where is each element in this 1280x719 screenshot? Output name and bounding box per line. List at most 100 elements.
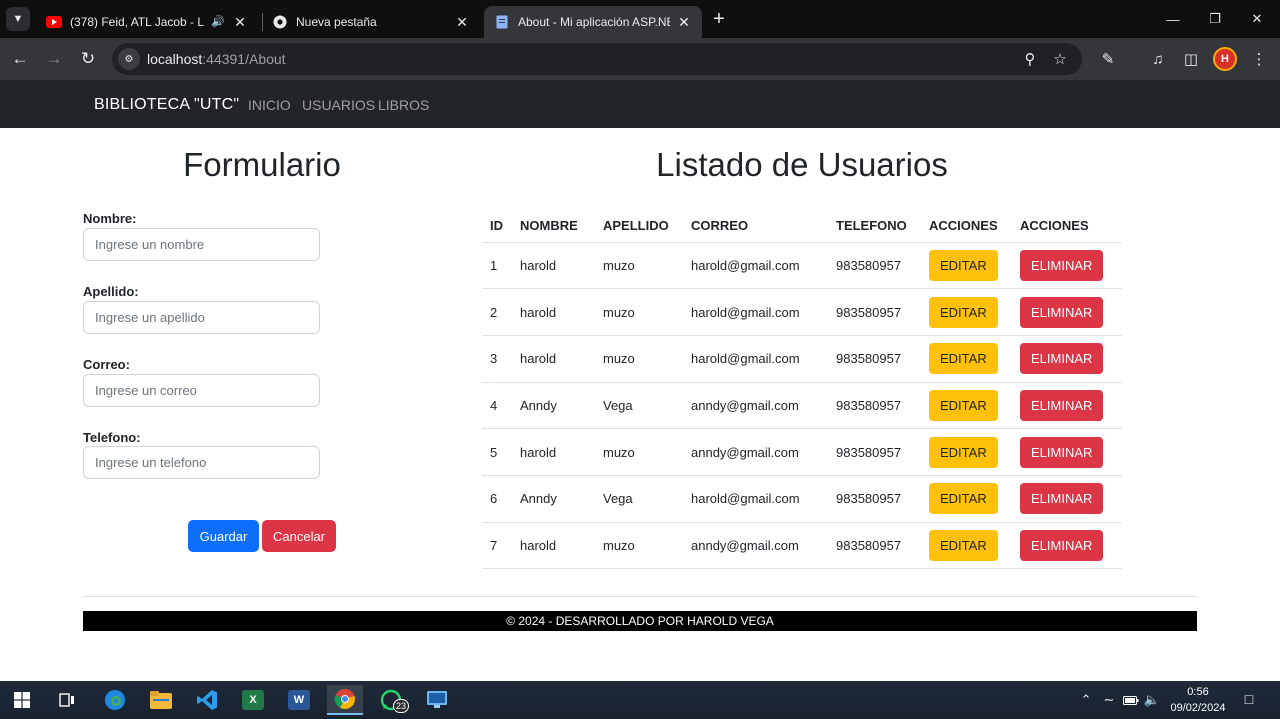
cancel-button[interactable]: Cancelar bbox=[262, 520, 336, 552]
table-row: 2 harold muzo harold@gmail.com 983580957… bbox=[482, 288, 1122, 336]
media-control-icon[interactable]: ♫ bbox=[1147, 48, 1169, 70]
new-tab-button[interactable]: + bbox=[708, 8, 730, 30]
whatsapp-icon[interactable]: 23 bbox=[373, 685, 409, 715]
form-title: Formulario bbox=[183, 146, 341, 183]
apellido-label: Apellido: bbox=[83, 284, 139, 299]
header-telefono: TELEFONO bbox=[828, 209, 921, 243]
task-view-icon[interactable] bbox=[49, 685, 85, 715]
header-apellido: APELLIDO bbox=[595, 209, 683, 243]
tab-youtube[interactable]: (378) Feid, ATL Jacob - Luna 🔊 ✕ bbox=[36, 6, 258, 38]
cell-nombre: harold bbox=[512, 288, 595, 336]
extensions-icon[interactable]: ✎ bbox=[1097, 48, 1119, 70]
clock-time: 0:56 bbox=[1187, 686, 1209, 698]
taskbar-clock[interactable]: 0:56 09/02/2024 bbox=[1162, 684, 1234, 716]
brand-link[interactable]: BIBLIOTECA "UTC" bbox=[94, 96, 239, 114]
tab-title: About - Mi aplicación ASP.NET bbox=[518, 15, 670, 29]
remote-desktop-icon[interactable] bbox=[419, 685, 455, 715]
clock-date: 09/02/2024 bbox=[1170, 702, 1226, 714]
edit-button[interactable]: EDITAR bbox=[929, 249, 998, 281]
cell-nombre: harold bbox=[512, 428, 595, 476]
edit-button[interactable]: EDITAR bbox=[929, 483, 998, 515]
chrome-taskbar-icon[interactable] bbox=[327, 685, 363, 715]
delete-button[interactable]: ELIMINAR bbox=[1020, 529, 1104, 561]
cell-edit: EDITAR bbox=[921, 288, 1012, 336]
back-icon[interactable]: ← bbox=[7, 46, 33, 72]
cell-edit: EDITAR bbox=[921, 522, 1012, 570]
file-explorer-icon[interactable] bbox=[143, 685, 179, 715]
tab-about[interactable]: About - Mi aplicación ASP.NET ✕ bbox=[484, 6, 702, 38]
telefono-input[interactable] bbox=[83, 446, 320, 479]
cell-delete: ELIMINAR bbox=[1012, 382, 1122, 430]
cell-id: 1 bbox=[482, 242, 512, 290]
correo-input[interactable] bbox=[83, 374, 320, 407]
vscode-icon[interactable] bbox=[189, 685, 225, 715]
close-tab-icon[interactable]: ✕ bbox=[232, 14, 248, 30]
cell-delete: ELIMINAR bbox=[1012, 335, 1122, 383]
cell-apellido: muzo bbox=[595, 242, 683, 290]
close-tab-icon[interactable]: ✕ bbox=[676, 14, 692, 30]
edit-button[interactable]: EDITAR bbox=[929, 296, 998, 328]
site-info-icon[interactable]: ⚙ bbox=[118, 48, 140, 70]
cell-edit: EDITAR bbox=[921, 335, 1012, 383]
close-tab-icon[interactable]: ✕ bbox=[454, 14, 470, 30]
cell-nombre: harold bbox=[512, 242, 595, 290]
header-acciones: ACCIONES bbox=[1012, 209, 1122, 243]
profile-avatar[interactable]: H bbox=[1213, 47, 1237, 71]
save-button[interactable]: Guardar bbox=[188, 520, 259, 552]
close-window-icon[interactable]: ✕ bbox=[1236, 0, 1278, 38]
footer-divider bbox=[83, 596, 1197, 597]
chevron-up-icon[interactable]: ⌃ bbox=[1077, 691, 1095, 709]
restore-icon[interactable]: ❐ bbox=[1194, 0, 1236, 38]
edge-icon[interactable] bbox=[97, 685, 133, 715]
cell-id: 2 bbox=[482, 288, 512, 336]
delete-button[interactable]: ELIMINAR bbox=[1020, 249, 1104, 281]
menu-kebab-icon[interactable]: ⋮ bbox=[1248, 48, 1270, 70]
nav-link-libros[interactable]: LIBROS bbox=[378, 97, 429, 113]
nav-link-usuarios[interactable]: USUARIOS bbox=[302, 97, 375, 113]
table-row: 7 harold muzo anndy@gmail.com 983580957 … bbox=[482, 522, 1122, 570]
zoom-icon[interactable]: ⚲ bbox=[1020, 49, 1040, 69]
edit-button[interactable]: EDITAR bbox=[929, 389, 998, 421]
tab-new-tab[interactable]: Nueva pestaña ✕ bbox=[262, 6, 480, 38]
windows-start-icon[interactable] bbox=[4, 685, 40, 715]
nav-link-inicio[interactable]: INICIO bbox=[248, 97, 291, 113]
whatsapp-badge: 23 bbox=[393, 699, 409, 713]
delete-button[interactable]: ELIMINAR bbox=[1020, 296, 1104, 328]
word-icon[interactable]: W bbox=[281, 685, 317, 715]
cell-correo: harold@gmail.com bbox=[683, 335, 828, 383]
browser-toolbar: ← → ↻ ⚙ localhost:44391/About ⚲ ☆ ✎ ♫ ◫ … bbox=[0, 38, 1280, 80]
users-table: ID NOMBRE APELLIDO CORREO TELEFONO ACCIO… bbox=[482, 209, 1122, 570]
apellido-input[interactable] bbox=[83, 301, 320, 334]
cell-apellido: muzo bbox=[595, 522, 683, 570]
tab-title: (378) Feid, ATL Jacob - Luna bbox=[70, 15, 204, 29]
volume-icon[interactable]: 🔈 bbox=[1143, 691, 1161, 709]
cell-correo: harold@gmail.com bbox=[683, 242, 828, 290]
cell-delete: ELIMINAR bbox=[1012, 242, 1122, 290]
address-bar[interactable]: ⚙ localhost:44391/About ⚲ ☆ bbox=[112, 43, 1082, 75]
edit-button[interactable]: EDITAR bbox=[929, 529, 998, 561]
bookmark-star-icon[interactable]: ☆ bbox=[1050, 49, 1070, 69]
tab-search-icon[interactable]: ▼ bbox=[6, 7, 30, 31]
delete-button[interactable]: ELIMINAR bbox=[1020, 436, 1104, 468]
cell-correo: anndy@gmail.com bbox=[683, 428, 828, 476]
edit-button[interactable]: EDITAR bbox=[929, 436, 998, 468]
excel-icon[interactable]: X bbox=[235, 685, 271, 715]
edit-button[interactable]: EDITAR bbox=[929, 343, 998, 375]
nombre-input[interactable] bbox=[83, 228, 320, 261]
minimize-icon[interactable]: — bbox=[1152, 0, 1194, 38]
speaker-icon[interactable]: 🔊 bbox=[210, 14, 226, 30]
wifi-icon[interactable]: ∼ bbox=[1100, 691, 1118, 709]
forward-icon[interactable]: → bbox=[41, 46, 67, 72]
notification-icon[interactable]: □ bbox=[1238, 688, 1260, 710]
url-text[interactable]: localhost:44391/About bbox=[147, 51, 286, 67]
cell-telefono: 983580957 bbox=[828, 382, 921, 430]
reload-icon[interactable]: ↻ bbox=[75, 46, 101, 72]
delete-button[interactable]: ELIMINAR bbox=[1020, 483, 1104, 515]
delete-button[interactable]: ELIMINAR bbox=[1020, 343, 1104, 375]
side-panel-icon[interactable]: ◫ bbox=[1180, 48, 1202, 70]
cell-telefono: 983580957 bbox=[828, 475, 921, 523]
delete-button[interactable]: ELIMINAR bbox=[1020, 389, 1104, 421]
cell-id: 5 bbox=[482, 428, 512, 476]
table-row: 1 harold muzo harold@gmail.com 983580957… bbox=[482, 242, 1122, 290]
battery-icon[interactable] bbox=[1122, 691, 1140, 709]
